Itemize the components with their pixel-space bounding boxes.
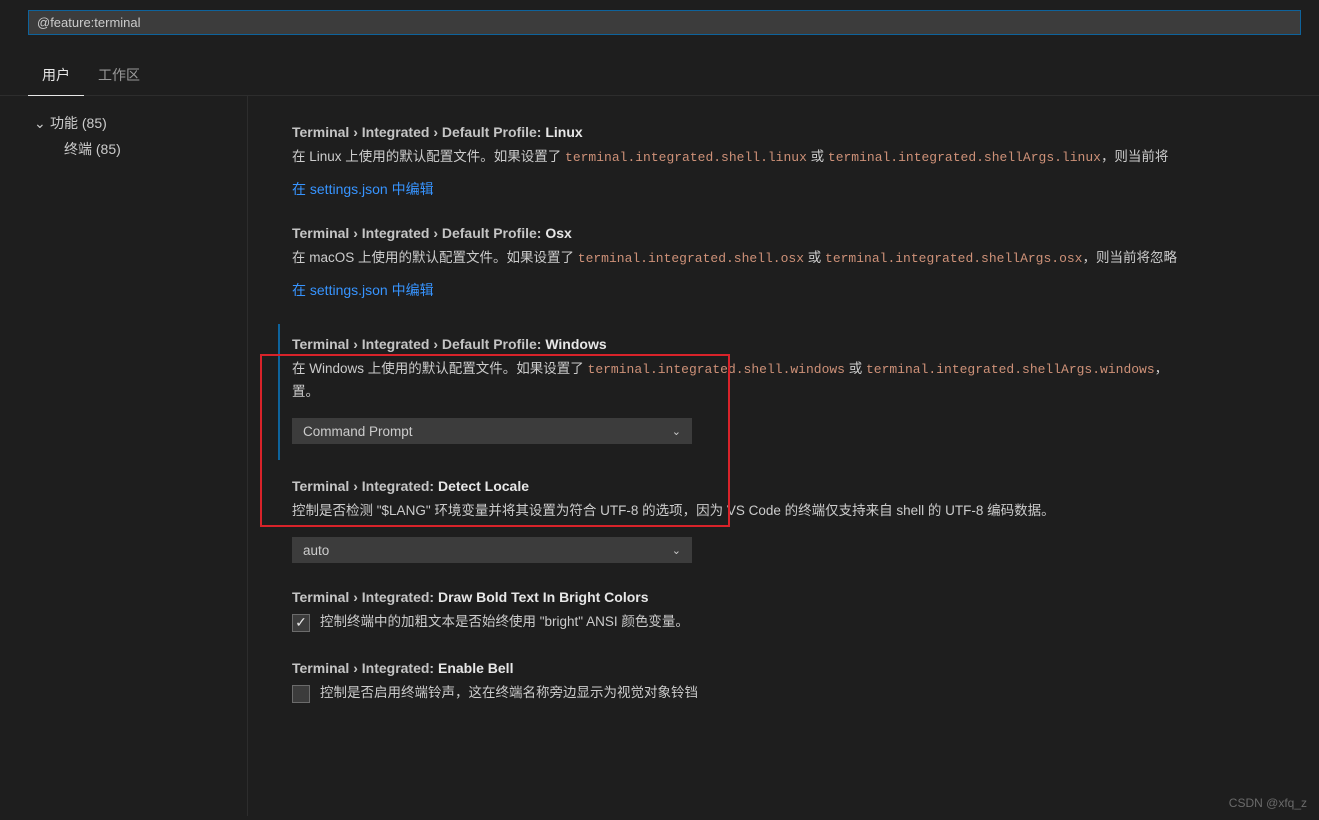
setting-draw-bold-bright: Terminal › Integrated: Draw Bold Text In…	[248, 579, 1319, 650]
sidebar-item-label: 功能 (85)	[50, 113, 107, 133]
setting-title: Terminal › Integrated › Default Profile:…	[292, 336, 1289, 352]
setting-default-profile-osx: Terminal › Integrated › Default Profile:…	[248, 215, 1319, 316]
detect-locale-select[interactable]: auto ⌄	[292, 537, 692, 563]
settings-content: Terminal › Integrated › Default Profile:…	[248, 96, 1319, 816]
setting-description: 在 Linux 上使用的默认配置文件。如果设置了 terminal.integr…	[292, 146, 1289, 169]
setting-title: Terminal › Integrated: Enable Bell	[292, 660, 1289, 676]
select-value: auto	[303, 543, 329, 558]
setting-default-profile-linux: Terminal › Integrated › Default Profile:…	[248, 114, 1319, 215]
setting-title: Terminal › Integrated: Draw Bold Text In…	[292, 589, 1289, 605]
setting-title: Terminal › Integrated › Default Profile:…	[292, 124, 1289, 140]
sidebar-item-label: 终端 (85)	[64, 139, 121, 159]
default-profile-windows-select[interactable]: Command Prompt ⌄	[292, 418, 692, 444]
draw-bold-checkbox[interactable]: ✓	[292, 614, 310, 632]
watermark: CSDN @xfq_z	[1229, 796, 1307, 810]
setting-description: 在 Windows 上使用的默认配置文件。如果设置了 terminal.inte…	[292, 358, 1289, 404]
scope-tabs: 用户 工作区	[0, 41, 1319, 96]
setting-description: 控制终端中的加粗文本是否始终使用 "bright" ANSI 颜色变量。	[320, 611, 689, 634]
sidebar-item-terminal[interactable]: 终端 (85)	[34, 136, 247, 162]
sidebar-item-features[interactable]: ⌄ 功能 (85)	[34, 110, 247, 136]
enable-bell-checkbox[interactable]	[292, 685, 310, 703]
setting-detect-locale: Terminal › Integrated: Detect Locale 控制是…	[248, 468, 1319, 579]
setting-title: Terminal › Integrated › Default Profile:…	[292, 225, 1289, 241]
chevron-down-icon: ⌄	[34, 115, 44, 132]
chevron-down-icon: ⌄	[672, 544, 681, 557]
tab-workspace[interactable]: 工作区	[84, 59, 154, 95]
setting-description: 在 macOS 上使用的默认配置文件。如果设置了 terminal.integr…	[292, 247, 1289, 270]
setting-title: Terminal › Integrated: Detect Locale	[292, 478, 1289, 494]
select-value: Command Prompt	[303, 424, 413, 439]
setting-description: 控制是否检测 "$LANG" 环境变量并将其设置为符合 UTF-8 的选项，因为…	[292, 500, 1289, 523]
setting-description: 控制是否启用终端铃声，这在终端名称旁边显示为视觉对象铃铛	[320, 682, 698, 705]
settings-search-input[interactable]	[28, 10, 1301, 35]
setting-default-profile-windows: Terminal › Integrated › Default Profile:…	[248, 316, 1319, 468]
settings-tree-sidebar: ⌄ 功能 (85) 终端 (85)	[0, 96, 248, 816]
edit-in-settings-json-link[interactable]: 在 settings.json 中编辑	[292, 282, 434, 298]
chevron-down-icon: ⌄	[672, 425, 681, 438]
edit-in-settings-json-link[interactable]: 在 settings.json 中编辑	[292, 181, 434, 197]
tab-user[interactable]: 用户	[28, 59, 84, 96]
setting-enable-bell: Terminal › Integrated: Enable Bell 控制是否启…	[248, 650, 1319, 705]
